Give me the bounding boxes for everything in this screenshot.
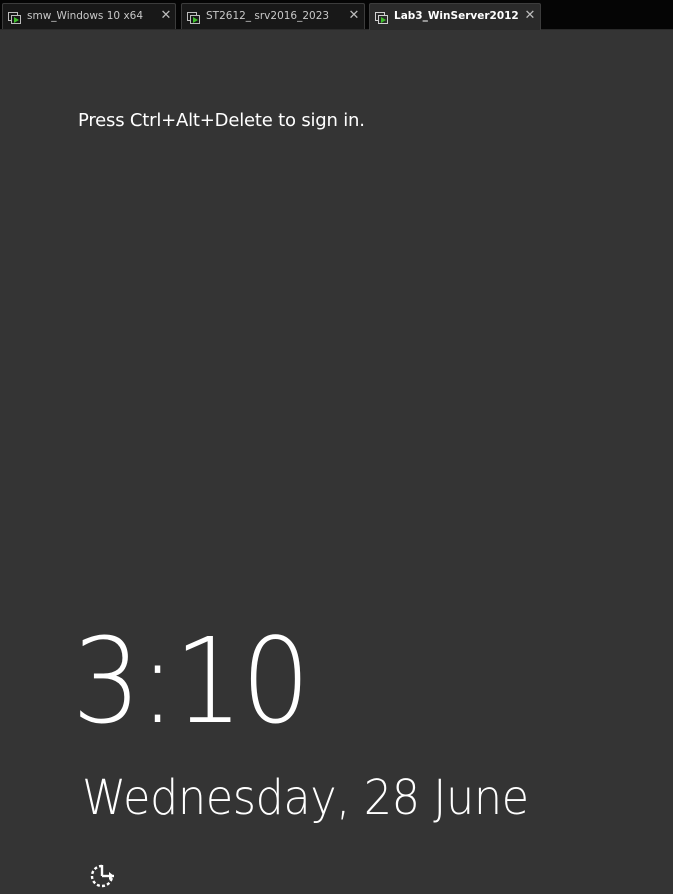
close-icon[interactable]: ✕ xyxy=(160,4,172,28)
vm-icon xyxy=(187,10,201,24)
close-icon[interactable]: ✕ xyxy=(524,4,536,28)
tab-label: Lab3_WinServer2012 xyxy=(394,10,519,22)
ease-of-access-icon[interactable] xyxy=(88,862,116,890)
sign-in-prompt: Press Ctrl+Alt+Delete to sign in. xyxy=(78,110,365,131)
tab-smw-windows-10[interactable]: smw_Windows 10 x64 ✕ xyxy=(2,3,176,29)
tab-lab3-winserver2012[interactable]: Lab3_WinServer2012 ✕ xyxy=(369,3,541,30)
tab-label: smw_Windows 10 x64 xyxy=(27,10,144,22)
vm-icon xyxy=(375,10,389,24)
lock-screen-time: 3:10 xyxy=(72,612,310,750)
vm-icon xyxy=(8,10,22,24)
lock-screen-date: Wednesday, 28 June xyxy=(82,770,529,826)
close-icon[interactable]: ✕ xyxy=(348,4,360,28)
vm-tab-bar: smw_Windows 10 x64 ✕ ST2612_ srv2016_202… xyxy=(0,0,673,30)
tab-label: ST2612_ srv2016_2023 xyxy=(206,10,330,22)
lock-screen[interactable]: Press Ctrl+Alt+Delete to sign in. 3:10 W… xyxy=(0,30,673,888)
tab-st2612-srv2016[interactable]: ST2612_ srv2016_2023 ✕ xyxy=(181,3,365,29)
